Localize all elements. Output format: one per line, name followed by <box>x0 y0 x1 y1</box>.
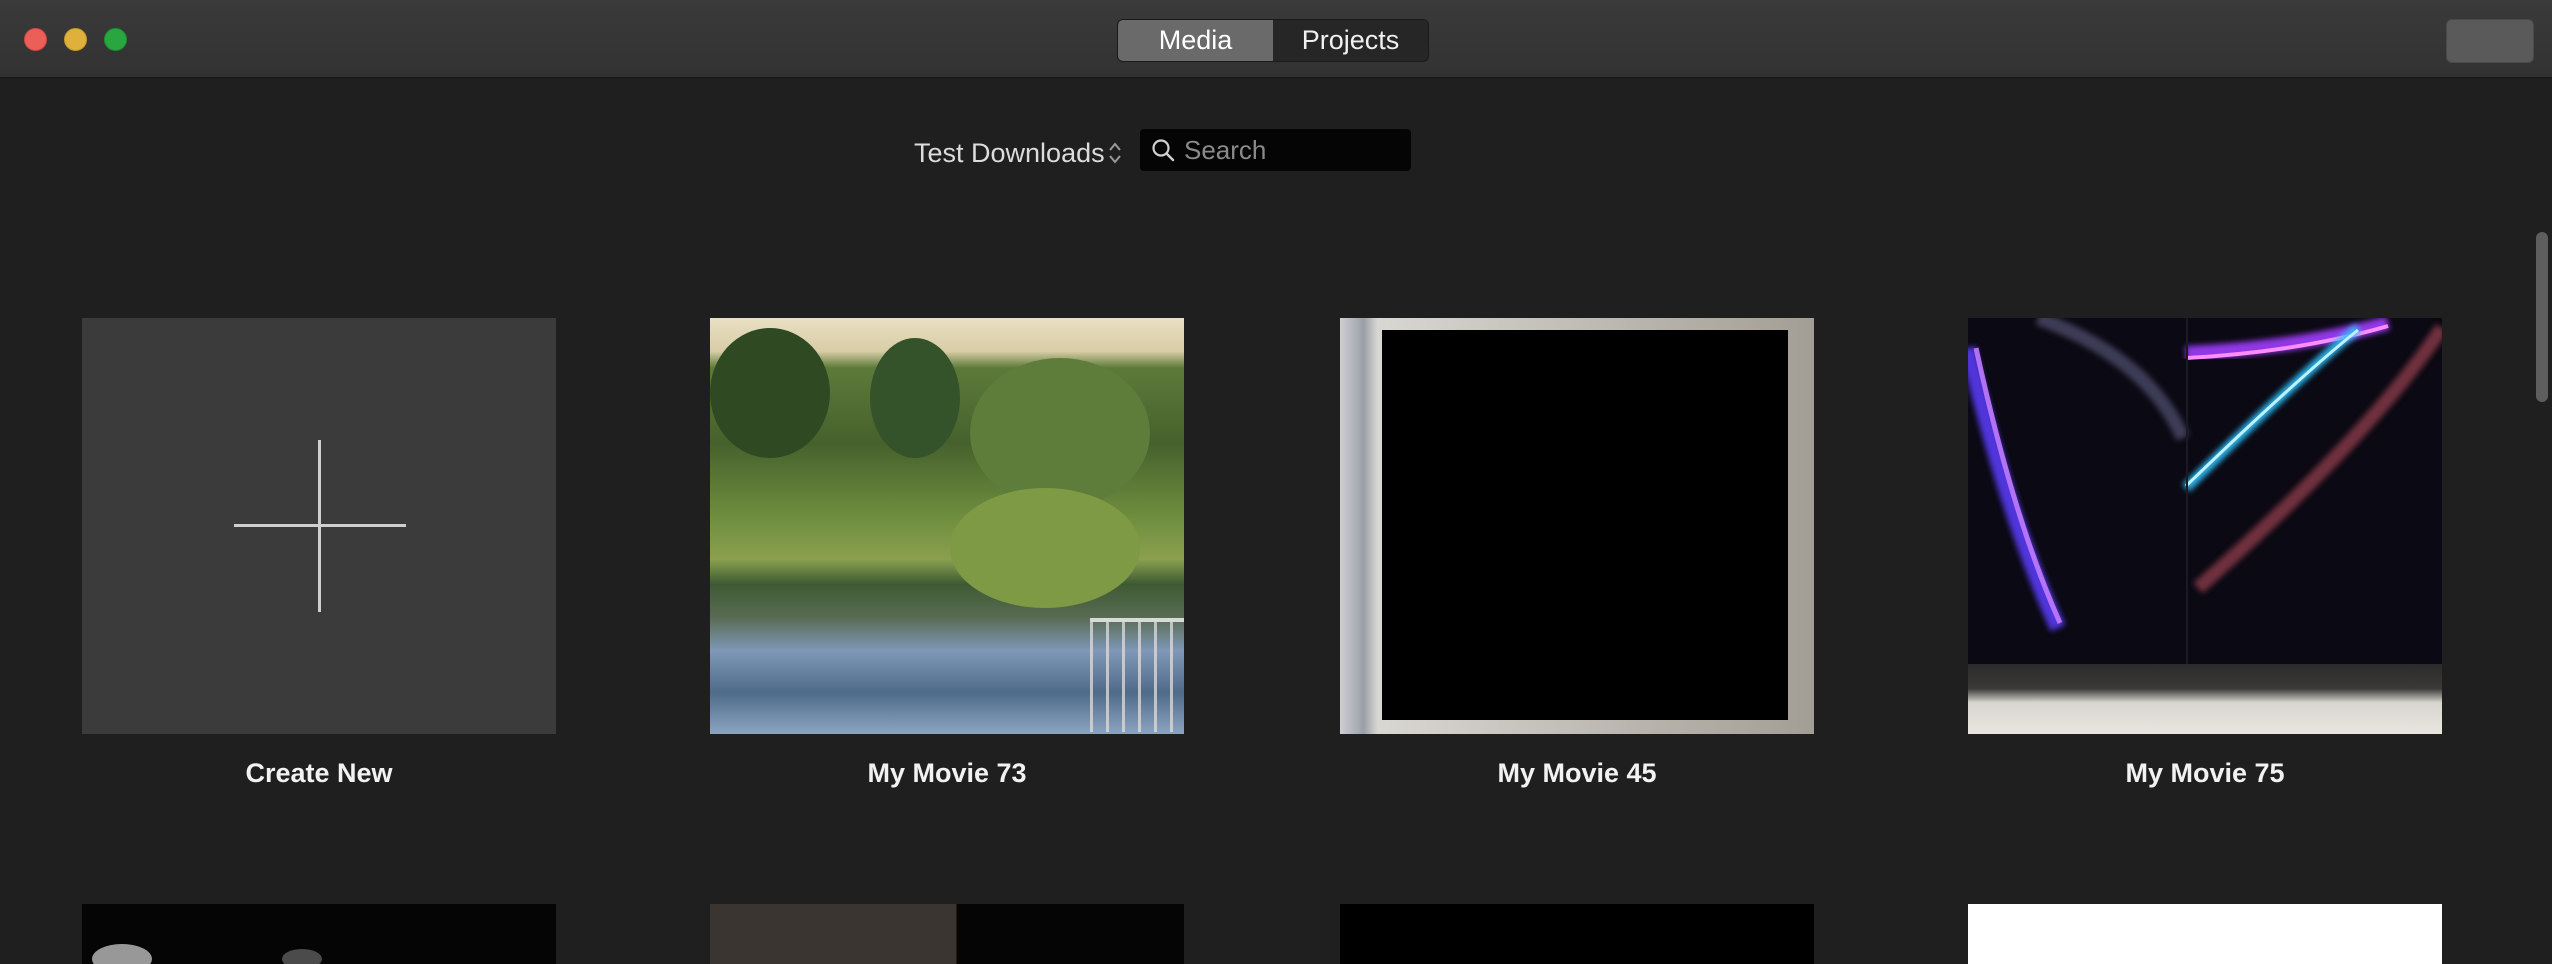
project-title: My Movie 45 <box>1497 758 1657 788</box>
project-thumbnail[interactable] <box>710 318 1184 734</box>
thumbnail-tree <box>710 328 830 458</box>
view-switcher: Media Projects <box>1117 19 1429 62</box>
project-title: My Movie 75 <box>2125 758 2285 788</box>
project-thumbnail[interactable] <box>1968 904 2442 964</box>
project-thumbnail[interactable] <box>710 904 1184 964</box>
thumbnail-tree <box>870 338 960 458</box>
minimize-window-button[interactable] <box>64 28 87 51</box>
imovie-window: Media Projects Test Downloads Create New… <box>0 0 2552 964</box>
search-input[interactable] <box>1184 134 1411 166</box>
tab-projects[interactable]: Projects <box>1273 20 1428 61</box>
close-window-button[interactable] <box>24 28 47 51</box>
toolbar-right-button[interactable] <box>2446 19 2534 63</box>
thumbnail-reeds <box>950 488 1140 608</box>
project-title: My Movie 73 <box>867 758 1027 788</box>
create-new-tile[interactable] <box>82 318 556 734</box>
up-down-chevron-icon <box>1108 142 1121 164</box>
plus-icon-vertical <box>318 440 321 612</box>
search-field[interactable] <box>1140 129 1411 171</box>
search-icon <box>1152 139 1175 162</box>
tab-media[interactable]: Media <box>1118 20 1273 61</box>
zoom-window-button[interactable] <box>104 28 127 51</box>
title-bar: Media Projects <box>0 0 2552 78</box>
thumbnail-shape <box>282 949 322 964</box>
create-new-label: Create New <box>245 758 393 788</box>
project-thumbnail[interactable] <box>1968 318 2442 734</box>
project-thumbnail[interactable] <box>1340 318 1814 734</box>
thumbnail-railing <box>1090 618 1184 732</box>
project-thumbnail[interactable] <box>1340 904 1814 964</box>
thumbnail-bottom-band <box>1968 664 2442 734</box>
project-thumbnail[interactable] <box>82 904 556 964</box>
library-selector-label: Test Downloads <box>914 137 1105 168</box>
thumbnail-shape <box>92 944 152 964</box>
thumbnail-tree <box>970 358 1150 508</box>
library-selector[interactable]: Test Downloads <box>914 134 1123 172</box>
thumbnail-black-area <box>1382 330 1788 720</box>
vertical-scrollbar[interactable] <box>2536 232 2548 402</box>
